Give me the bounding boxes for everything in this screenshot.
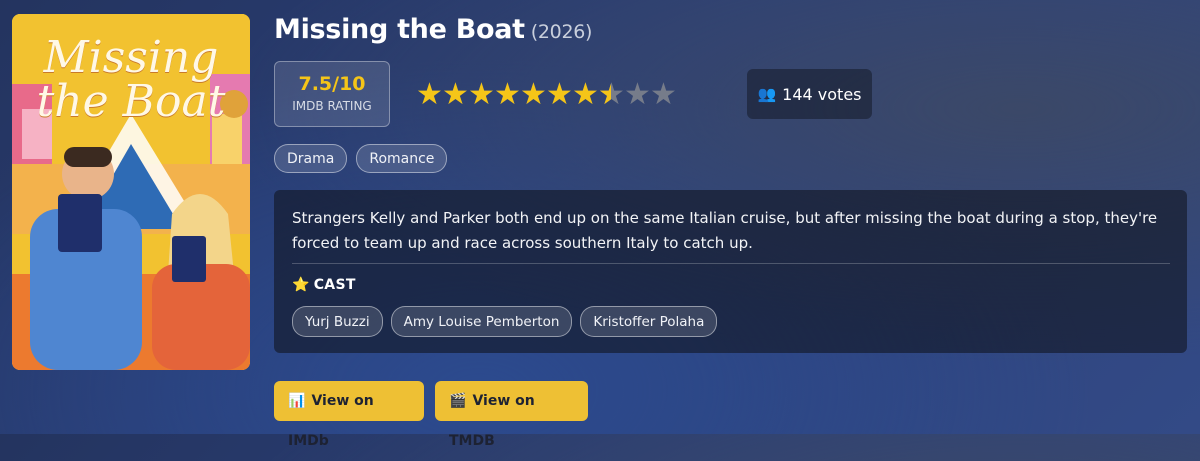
- movie-poster: Missing the Boat: [12, 14, 250, 370]
- rating-value: 7.5/10: [298, 73, 366, 95]
- divider: [292, 263, 1170, 264]
- star-icon: ⭐: [292, 277, 310, 293]
- star-empty-icon: ★: [624, 77, 651, 112]
- movie-description: Strangers Kelly and Parker both end up o…: [292, 209, 1158, 252]
- cast-member[interactable]: Amy Louise Pemberton: [390, 306, 573, 337]
- star-full-icon: ★: [546, 77, 573, 112]
- rating-label: IMDB RATING: [292, 99, 372, 113]
- star-full-icon: ★: [416, 77, 443, 112]
- chart-icon: 📊: [288, 393, 306, 409]
- view-on-tmdb-button[interactable]: 🎬 View on TMDB: [435, 381, 588, 449]
- star-empty-icon: ★: [650, 77, 677, 112]
- cast-member[interactable]: Kristoffer Polaha: [580, 306, 718, 337]
- cast-member[interactable]: Yurj Buzzi: [292, 306, 383, 337]
- page-title: Missing the Boat (2026): [274, 14, 592, 45]
- star-full-icon: ★: [442, 77, 469, 112]
- genre-list: Drama Romance: [274, 144, 448, 173]
- star-rating: ★★★★★★★★★★★: [416, 77, 677, 112]
- cast-heading: ⭐ CAST: [292, 277, 356, 293]
- votes-count: 144 votes: [782, 84, 862, 104]
- genre-tag[interactable]: Drama: [274, 144, 348, 173]
- genre-tag[interactable]: Romance: [356, 144, 448, 173]
- view-on-imdb-button[interactable]: 📊 View on IMDb: [274, 381, 424, 449]
- star-full-icon: ★: [494, 77, 521, 112]
- movie-year: (2026): [530, 21, 593, 43]
- star-full-icon: ★: [468, 77, 495, 112]
- movie-title: Missing the Boat: [274, 14, 525, 45]
- star-full-icon: ★: [520, 77, 547, 112]
- poster-title: Missing the Boat: [36, 32, 226, 127]
- star-half-icon: ★★: [598, 77, 625, 112]
- votes-badge: 👥 144 votes: [747, 69, 872, 119]
- details-panel: Strangers Kelly and Parker both end up o…: [274, 190, 1187, 353]
- cast-list: Yurj Buzzi Amy Louise Pemberton Kristoff…: [292, 306, 718, 337]
- star-full-icon: ★: [572, 77, 599, 112]
- imdb-rating-box: 7.5/10 IMDB RATING: [274, 61, 390, 127]
- people-icon: 👥: [757, 85, 777, 103]
- clapper-icon: 🎬: [449, 393, 467, 409]
